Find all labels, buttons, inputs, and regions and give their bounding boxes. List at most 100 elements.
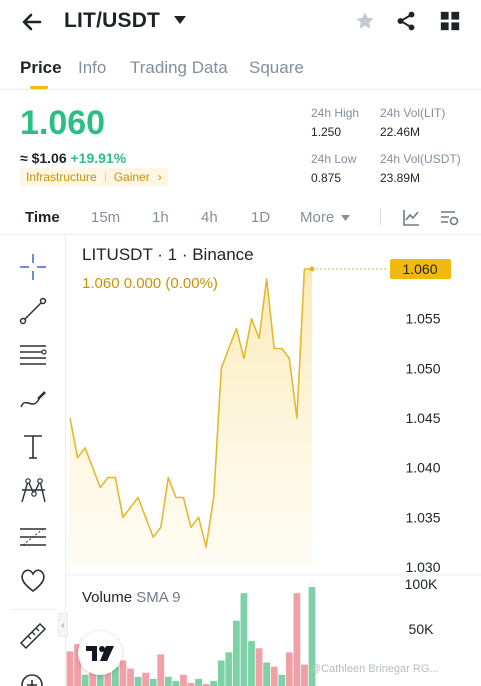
toolbar-divider	[10, 609, 56, 610]
interval-4h[interactable]: 4h	[201, 209, 218, 226]
brush-icon[interactable]	[18, 385, 48, 415]
tab-square[interactable]: Square	[249, 58, 304, 78]
share-icon[interactable]	[395, 10, 417, 32]
volume-label: Volume	[82, 589, 133, 606]
volume-bar	[278, 674, 286, 686]
volume-title: Volume SMA 9	[82, 589, 180, 606]
zoom-in-icon[interactable]	[18, 671, 48, 686]
vol-base-label: 24h Vol(LIT)	[380, 106, 446, 120]
drawing-toolbar	[0, 235, 66, 686]
interval-15m[interactable]: 15m	[91, 209, 120, 226]
back-arrow-icon[interactable]	[20, 10, 44, 34]
high-value: 1.250	[311, 125, 342, 139]
price-area	[70, 269, 312, 567]
high-label: 24h High	[311, 106, 360, 120]
volume-bar	[149, 678, 157, 686]
pair-title[interactable]: LIT/USDT	[64, 9, 160, 33]
volume-bar	[301, 664, 308, 686]
tag-divider	[104, 172, 106, 182]
trend-line-icon[interactable]	[18, 296, 48, 326]
low-value: 0.875	[311, 171, 342, 185]
volume-bar	[81, 674, 89, 686]
price-axis-tick: 1.040	[405, 460, 440, 476]
tradingview-logo-icon	[86, 646, 114, 661]
chart-panel[interactable]: 1.060 1.055 1.050 1.045 1.040 1.035 1.030 100K 5…	[0, 234, 481, 686]
tab-info[interactable]: Info	[78, 58, 106, 78]
interval-more[interactable]: More	[300, 209, 351, 226]
volume-bar	[255, 648, 263, 686]
volume-bar	[248, 641, 255, 686]
price-axis-tick: 1.030	[405, 559, 440, 575]
volume-bar	[240, 593, 248, 686]
fib-retracement-icon[interactable]	[18, 522, 48, 552]
interval-1h[interactable]: 1h	[152, 209, 169, 226]
pattern-icon[interactable]	[18, 476, 48, 506]
tag-gainer[interactable]: Gainer	[114, 170, 150, 184]
volume-bar	[232, 620, 240, 686]
volume-bar	[157, 654, 165, 686]
vol-base-value: 22.46M	[380, 125, 421, 139]
volume-bar	[285, 652, 293, 686]
grid-icon[interactable]	[439, 10, 461, 32]
volume-bar	[134, 676, 142, 686]
interval-1d[interactable]: 1D	[251, 209, 270, 226]
toolbar-collapse-button[interactable]: ‹	[58, 613, 68, 637]
volume-bar	[293, 593, 301, 686]
active-tab-indicator	[30, 86, 48, 89]
text-tool-icon[interactable]	[18, 431, 48, 461]
star-icon[interactable]	[354, 10, 376, 32]
volume-bar	[263, 662, 271, 686]
interval-bar: Time 15m 1h 4h 1D More	[0, 204, 481, 232]
volume-bar	[164, 676, 172, 686]
price-axis-tick: 1.045	[405, 410, 440, 426]
last-price-dot	[309, 266, 315, 272]
last-price-tag-label: 1.060	[402, 261, 437, 277]
tradingview-logo[interactable]	[78, 631, 122, 675]
volume-bar	[142, 672, 150, 686]
favorite-heart-icon[interactable]	[18, 565, 48, 595]
volume-axis-tick: 50K	[409, 621, 435, 637]
crosshair-icon[interactable]	[18, 252, 48, 282]
volume-bar	[180, 674, 187, 686]
price-change: +19.91%	[70, 150, 127, 166]
top-bar: LIT/USDT	[0, 0, 481, 44]
volume-axis-tick: 100K	[405, 576, 438, 592]
vol-quote-label: 24h Vol(USDT)	[380, 152, 461, 166]
chevron-right-icon: ›	[157, 170, 162, 184]
interval-time[interactable]: Time	[25, 209, 60, 226]
volume-sma-label: SMA 9	[136, 589, 181, 606]
tag-infrastructure[interactable]: Infrastructure	[26, 170, 97, 184]
volume-bar	[210, 680, 218, 686]
parallel-lines-icon[interactable]	[18, 340, 48, 370]
volume-bar	[195, 678, 202, 686]
price-axis-tick: 1.050	[405, 360, 440, 376]
fiat-approx: ≈ $1.06	[20, 150, 67, 166]
watermark-text: @Cathleen Brinegar RG...	[310, 663, 439, 675]
volume-bar	[127, 668, 134, 686]
volume-bar	[66, 651, 74, 686]
tab-trading-data[interactable]: Trading Data	[130, 58, 228, 78]
indicator-icon[interactable]	[402, 209, 420, 227]
caret-down-icon	[341, 215, 351, 221]
interval-more-label: More	[300, 209, 335, 226]
vol-quote-value: 23.89M	[380, 171, 421, 185]
low-label: 24h Low	[311, 152, 357, 166]
last-price: 1.060	[20, 104, 106, 142]
chart-settings-icon[interactable]	[440, 209, 460, 227]
chart-ohlc-values: 1.060 0.000 (0.00%)	[82, 275, 218, 292]
tag-bar[interactable]: Infrastructure Gainer ›	[20, 168, 168, 186]
caret-down-icon[interactable]	[173, 14, 187, 26]
volume-bar	[217, 660, 225, 686]
tab-price[interactable]: Price	[20, 58, 62, 78]
volume-bar	[270, 666, 278, 686]
interval-divider	[380, 209, 381, 225]
price-chart[interactable]: 1.060 1.055 1.050 1.045 1.040 1.035 1.030100K 5…	[0, 235, 481, 686]
price-axis-tick: 1.055	[405, 311, 440, 327]
ruler-icon[interactable]	[18, 621, 48, 651]
volume-bar	[172, 680, 180, 686]
fiat-price: ≈ $1.06 +19.91%	[20, 150, 126, 166]
volume-bar	[119, 660, 127, 686]
volume-bar	[225, 652, 233, 686]
price-axis-tick: 1.035	[405, 509, 440, 525]
section-tabs: Price Info Trading Data Square	[0, 56, 481, 90]
